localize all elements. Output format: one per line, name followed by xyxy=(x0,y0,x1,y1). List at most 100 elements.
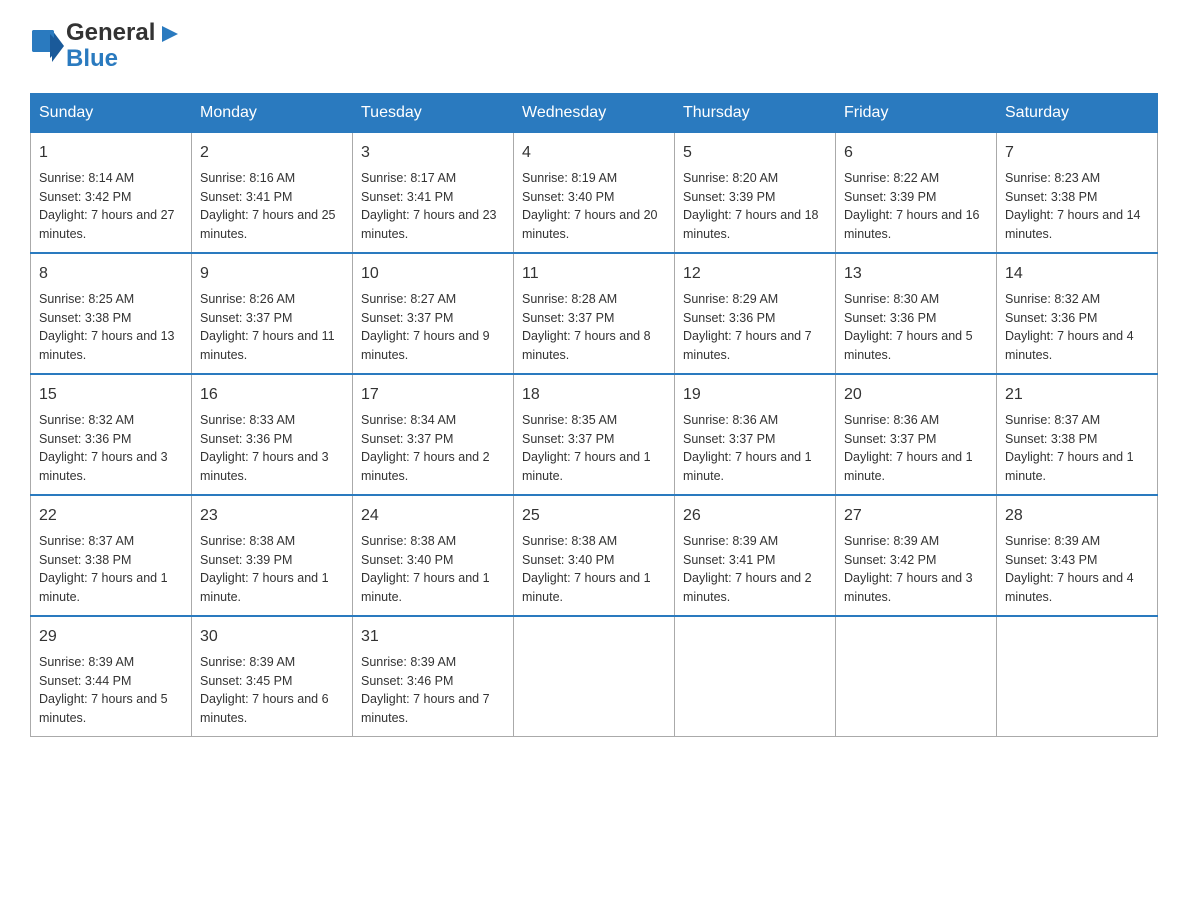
day-info: Sunrise: 8:39 AMSunset: 3:42 PMDaylight:… xyxy=(844,532,988,607)
calendar-cell: 10 Sunrise: 8:27 AMSunset: 3:37 PMDayligh… xyxy=(353,253,514,374)
calendar-cell: 16Sunrise: 8:33 AMSunset: 3:36 PMDayligh… xyxy=(192,374,353,495)
day-number: 15 xyxy=(39,383,183,407)
day-number: 31 xyxy=(361,625,505,649)
calendar-week-row: 29 Sunrise: 8:39 AMSunset: 3:44 PMDayligh… xyxy=(31,616,1158,737)
day-info: Sunrise: 8:39 AMSunset: 3:44 PMDaylight:… xyxy=(39,653,183,728)
day-number: 30 xyxy=(200,625,344,649)
calendar-week-row: 22 Sunrise: 8:37 AMSunset: 3:38 PMDayligh… xyxy=(31,495,1158,616)
calendar-cell: 15Sunrise: 8:32 AMSunset: 3:36 PMDayligh… xyxy=(31,374,192,495)
day-info: Sunrise: 8:30 AMSunset: 3:36 PMDaylight:… xyxy=(844,290,988,365)
calendar-body: 1Sunrise: 8:14 AMSunset: 3:42 PMDaylight… xyxy=(31,132,1158,736)
logo-arrow xyxy=(162,26,178,42)
day-number: 6 xyxy=(844,141,988,165)
day-info: Sunrise: 8:36 AMSunset: 3:37 PMDaylight:… xyxy=(683,411,827,486)
day-number: 11 xyxy=(522,262,666,286)
day-number: 29 xyxy=(39,625,183,649)
day-info: Sunrise: 8:37 AMSunset: 3:38 PMDaylight:… xyxy=(39,532,183,607)
day-info: Sunrise: 8:39 AMSunset: 3:41 PMDaylight:… xyxy=(683,532,827,607)
day-info: Sunrise: 8:29 AMSunset: 3:36 PMDaylight:… xyxy=(683,290,827,365)
day-info: Sunrise: 8:39 AMSunset: 3:46 PMDaylight:… xyxy=(361,653,505,728)
day-number: 16 xyxy=(200,383,344,407)
calendar-cell: 14Sunrise: 8:32 AMSunset: 3:36 PMDayligh… xyxy=(997,253,1158,374)
day-number: 13 xyxy=(844,262,988,286)
day-number: 7 xyxy=(1005,141,1149,165)
calendar-cell: 30 Sunrise: 8:39 AMSunset: 3:45 PMDayligh… xyxy=(192,616,353,737)
calendar-cell: 18 Sunrise: 8:35 AMSunset: 3:37 PMDayligh… xyxy=(514,374,675,495)
calendar-cell: 20 Sunrise: 8:36 AMSunset: 3:37 PMDayligh… xyxy=(836,374,997,495)
calendar-cell: 25 Sunrise: 8:38 AMSunset: 3:40 PMDayligh… xyxy=(514,495,675,616)
calendar-cell: 3 Sunrise: 8:17 AMSunset: 3:41 PMDaylight… xyxy=(353,132,514,253)
day-info: Sunrise: 8:27 AMSunset: 3:37 PMDaylight:… xyxy=(361,290,505,365)
day-info: Sunrise: 8:23 AMSunset: 3:38 PMDaylight:… xyxy=(1005,169,1149,244)
day-info: Sunrise: 8:17 AMSunset: 3:41 PMDaylight:… xyxy=(361,169,505,244)
day-info: Sunrise: 8:37 AMSunset: 3:38 PMDaylight:… xyxy=(1005,411,1149,486)
day-number: 18 xyxy=(522,383,666,407)
calendar-cell: 28Sunrise: 8:39 AMSunset: 3:43 PMDayligh… xyxy=(997,495,1158,616)
calendar-cell: 27 Sunrise: 8:39 AMSunset: 3:42 PMDayligh… xyxy=(836,495,997,616)
day-number: 27 xyxy=(844,504,988,528)
day-info: Sunrise: 8:39 AMSunset: 3:45 PMDaylight:… xyxy=(200,653,344,728)
calendar-cell: 2Sunrise: 8:16 AMSunset: 3:41 PMDaylight… xyxy=(192,132,353,253)
calendar-cell: 9 Sunrise: 8:26 AMSunset: 3:37 PMDaylight… xyxy=(192,253,353,374)
day-number: 3 xyxy=(361,141,505,165)
col-sunday: Sunday xyxy=(31,93,192,132)
logo-icon xyxy=(30,28,66,64)
calendar-cell: 12 Sunrise: 8:29 AMSunset: 3:36 PMDayligh… xyxy=(675,253,836,374)
calendar-cell: 21Sunrise: 8:37 AMSunset: 3:38 PMDayligh… xyxy=(997,374,1158,495)
day-number: 5 xyxy=(683,141,827,165)
day-number: 20 xyxy=(844,383,988,407)
day-number: 26 xyxy=(683,504,827,528)
calendar-cell: 11 Sunrise: 8:28 AMSunset: 3:37 PMDayligh… xyxy=(514,253,675,374)
calendar-cell xyxy=(675,616,836,737)
calendar-cell: 17 Sunrise: 8:34 AMSunset: 3:37 PMDayligh… xyxy=(353,374,514,495)
day-info: Sunrise: 8:26 AMSunset: 3:37 PMDaylight:… xyxy=(200,290,344,365)
calendar-cell: 26 Sunrise: 8:39 AMSunset: 3:41 PMDayligh… xyxy=(675,495,836,616)
day-number: 23 xyxy=(200,504,344,528)
calendar-cell: 1Sunrise: 8:14 AMSunset: 3:42 PMDaylight… xyxy=(31,132,192,253)
calendar-cell: 7 Sunrise: 8:23 AMSunset: 3:38 PMDaylight… xyxy=(997,132,1158,253)
col-tuesday: Tuesday xyxy=(353,93,514,132)
calendar-cell: 29 Sunrise: 8:39 AMSunset: 3:44 PMDayligh… xyxy=(31,616,192,737)
calendar-cell: 8Sunrise: 8:25 AMSunset: 3:38 PMDaylight… xyxy=(31,253,192,374)
day-number: 24 xyxy=(361,504,505,528)
calendar-cell: 6 Sunrise: 8:22 AMSunset: 3:39 PMDaylight… xyxy=(836,132,997,253)
calendar-cell: 24Sunrise: 8:38 AMSunset: 3:40 PMDayligh… xyxy=(353,495,514,616)
logo-blue: Blue xyxy=(66,46,178,72)
col-friday: Friday xyxy=(836,93,997,132)
col-wednesday: Wednesday xyxy=(514,93,675,132)
day-info: Sunrise: 8:35 AMSunset: 3:37 PMDaylight:… xyxy=(522,411,666,486)
calendar-cell xyxy=(836,616,997,737)
calendar-cell: 5Sunrise: 8:20 AMSunset: 3:39 PMDaylight… xyxy=(675,132,836,253)
day-number: 28 xyxy=(1005,504,1149,528)
day-number: 12 xyxy=(683,262,827,286)
calendar-cell xyxy=(514,616,675,737)
day-number: 22 xyxy=(39,504,183,528)
calendar-cell: 22 Sunrise: 8:37 AMSunset: 3:38 PMDayligh… xyxy=(31,495,192,616)
day-info: Sunrise: 8:36 AMSunset: 3:37 PMDaylight:… xyxy=(844,411,988,486)
day-info: Sunrise: 8:22 AMSunset: 3:39 PMDaylight:… xyxy=(844,169,988,244)
day-number: 4 xyxy=(522,141,666,165)
day-info: Sunrise: 8:25 AMSunset: 3:38 PMDaylight:… xyxy=(39,290,183,365)
day-number: 17 xyxy=(361,383,505,407)
calendar-cell xyxy=(997,616,1158,737)
calendar-cell: 19 Sunrise: 8:36 AMSunset: 3:37 PMDayligh… xyxy=(675,374,836,495)
day-info: Sunrise: 8:28 AMSunset: 3:37 PMDaylight:… xyxy=(522,290,666,365)
day-number: 25 xyxy=(522,504,666,528)
day-info: Sunrise: 8:34 AMSunset: 3:37 PMDaylight:… xyxy=(361,411,505,486)
day-info: Sunrise: 8:19 AMSunset: 3:40 PMDaylight:… xyxy=(522,169,666,244)
calendar-week-row: 15Sunrise: 8:32 AMSunset: 3:36 PMDayligh… xyxy=(31,374,1158,495)
day-number: 9 xyxy=(200,262,344,286)
calendar-table: Sunday Monday Tuesday Wednesday Thursday… xyxy=(30,93,1158,737)
calendar-week-row: 8Sunrise: 8:25 AMSunset: 3:38 PMDaylight… xyxy=(31,253,1158,374)
day-number: 19 xyxy=(683,383,827,407)
col-thursday: Thursday xyxy=(675,93,836,132)
day-number: 10 xyxy=(361,262,505,286)
calendar-header: Sunday Monday Tuesday Wednesday Thursday… xyxy=(31,93,1158,132)
day-info: Sunrise: 8:16 AMSunset: 3:41 PMDaylight:… xyxy=(200,169,344,244)
col-saturday: Saturday xyxy=(997,93,1158,132)
day-info: Sunrise: 8:38 AMSunset: 3:40 PMDaylight:… xyxy=(522,532,666,607)
calendar-cell: 4 Sunrise: 8:19 AMSunset: 3:40 PMDaylight… xyxy=(514,132,675,253)
calendar-week-row: 1Sunrise: 8:14 AMSunset: 3:42 PMDaylight… xyxy=(31,132,1158,253)
calendar-cell: 13 Sunrise: 8:30 AMSunset: 3:36 PMDayligh… xyxy=(836,253,997,374)
calendar-cell: 23Sunrise: 8:38 AMSunset: 3:39 PMDayligh… xyxy=(192,495,353,616)
